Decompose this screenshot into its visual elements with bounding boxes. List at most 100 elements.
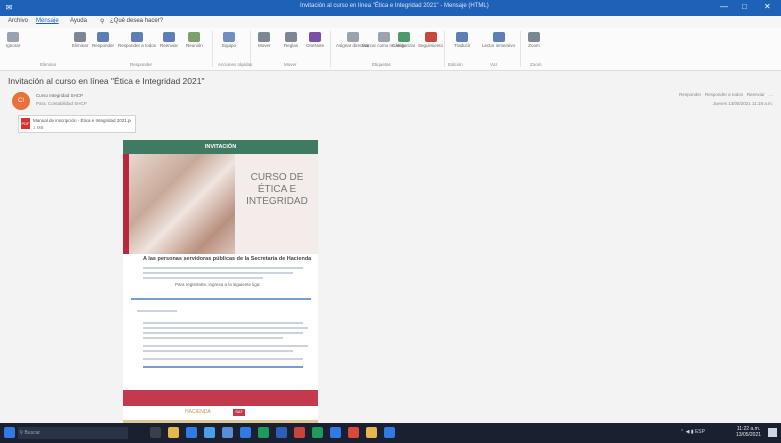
outlook-icon: ✉ (5, 3, 13, 12)
attachment[interactable]: PDF Manual de inscripción - Ética e Inte… (18, 115, 136, 133)
mark-unread-icon (377, 32, 390, 42)
immersive-reader-button[interactable]: Lector inmersivo (482, 32, 515, 48)
ignore-button[interactable]: Ignorar (6, 32, 20, 48)
word-icon[interactable] (276, 427, 287, 438)
file-explorer-icon[interactable] (168, 427, 179, 438)
follow-up-button[interactable]: Seguimiento (418, 32, 443, 48)
group-eliminar: Eliminar (40, 62, 57, 67)
title-bar: ✉ Invitación al curso en línea "Ética e … (0, 0, 781, 16)
excel-icon[interactable] (258, 427, 269, 438)
translate-icon (456, 32, 469, 42)
menu-ayuda[interactable]: Ayuda (70, 18, 87, 24)
delete-button[interactable]: Eliminar (72, 32, 88, 48)
policy-icon (346, 32, 359, 42)
hero-photo (129, 154, 235, 254)
app-icon[interactable] (348, 427, 359, 438)
minimize-button[interactable]: — (720, 2, 728, 11)
delete-icon (74, 32, 87, 42)
avatar[interactable]: CI (12, 92, 30, 110)
body-text-line (143, 267, 303, 269)
reply-link[interactable]: Responder (679, 92, 701, 97)
body-text-line (143, 327, 308, 329)
body-text-line (143, 337, 283, 339)
attachment-name: Manual de inscripción - Ética e Integrid… (33, 118, 131, 123)
search-icon: ⚲ (100, 19, 105, 25)
menu-mensaje[interactable]: Mensaje (36, 18, 59, 24)
taskbar-search[interactable]: ⚲ Buscar (18, 427, 128, 439)
powerpoint-icon[interactable] (294, 427, 305, 438)
onenote-button[interactable]: OneNote (306, 32, 324, 48)
body-text-line (143, 350, 293, 352)
categorize-button[interactable]: Categorizar (392, 32, 415, 48)
team-button[interactable]: Equipo (222, 32, 236, 48)
registration-link[interactable] (131, 298, 311, 300)
reply-all-button[interactable]: Responder a todos (118, 32, 156, 48)
forward-icon (163, 32, 175, 42)
body-text-line (143, 272, 293, 274)
more-options-icon[interactable]: … (769, 92, 774, 97)
move-icon (258, 32, 271, 42)
chrome-icon[interactable] (330, 427, 341, 438)
footer-logos: HACIENDA SAT (123, 406, 318, 420)
mail-icon[interactable] (222, 427, 233, 438)
hacienda-logo: HACIENDA (185, 409, 211, 415)
contact-links[interactable] (143, 366, 303, 368)
meeting-icon (188, 32, 201, 42)
zoom-button[interactable]: Zoom (528, 32, 540, 48)
onenote-icon (309, 32, 321, 42)
app-icon[interactable] (384, 427, 395, 438)
task-view-icon[interactable] (150, 427, 161, 438)
clock[interactable]: 11:22 a.m. 13/05/2021 (736, 426, 761, 438)
course-title: CURSO DE ÉTICA E INTEGRIDAD (246, 172, 308, 207)
store-icon[interactable] (204, 427, 215, 438)
app-icon[interactable] (366, 427, 377, 438)
sender-name[interactable]: Curso Integridad SHCP (36, 93, 83, 98)
outlook-task-icon[interactable] (240, 427, 251, 438)
zoom-icon (528, 32, 540, 42)
group-zoom: Zoom (530, 62, 542, 67)
message-actions: Responder Responder a todos Reenviar … (679, 92, 773, 97)
translate-button[interactable]: Traducir (454, 32, 470, 48)
group-mover: Mover (284, 62, 297, 67)
edge-icon[interactable] (186, 427, 197, 438)
ignore-icon (7, 32, 20, 42)
forward-link[interactable]: Reenviar (747, 92, 765, 97)
invitation-banner: INVITACIÓN (123, 140, 318, 154)
tell-me-input[interactable]: ¿Qué desea hacer? (110, 18, 163, 24)
close-button[interactable]: ✕ (764, 2, 771, 11)
menu-bar: Archivo Mensaje Ayuda ⚲ ¿Qué desea hacer… (0, 16, 781, 28)
forward-button[interactable]: Reenviar (160, 32, 178, 48)
rules-button[interactable]: Reglas (284, 32, 298, 48)
footer-banner (123, 390, 318, 406)
recipient-line: Para: Contabilidad SHCP (36, 101, 87, 106)
app-icon[interactable] (312, 427, 323, 438)
pdf-icon: PDF (21, 118, 30, 129)
body-text-line (143, 277, 263, 279)
categorize-icon (397, 32, 410, 42)
reply-all-link[interactable]: Responder a todos (705, 92, 743, 97)
ribbon: Ignorar Eliminar Responder Responder a t… (0, 28, 781, 71)
meeting-button[interactable]: Reunión (186, 32, 203, 48)
group-etiquetas: Etiquetas (372, 62, 391, 67)
reply-button[interactable]: Responder (92, 32, 114, 48)
email-subject: Invitación al curso en línea "Ética e In… (8, 76, 205, 86)
team-icon (223, 32, 235, 42)
menu-archivo[interactable]: Archivo (8, 18, 28, 24)
group-quick-actions: Acciones rápidas (218, 62, 253, 67)
separator (330, 31, 331, 67)
maximize-button[interactable]: □ (742, 2, 747, 11)
system-tray[interactable]: ⌃ ◀ ▮ ESP (680, 429, 705, 435)
body-text-line (143, 345, 308, 347)
start-icon[interactable] (4, 427, 15, 438)
attachment-size: 1 MB (33, 125, 44, 130)
notifications-icon[interactable] (768, 428, 777, 437)
separator (520, 31, 521, 67)
greeting: A las personas servidoras públicas de la… (143, 256, 313, 262)
move-button[interactable]: Mover (258, 32, 271, 48)
group-edicion: Edición (448, 62, 463, 67)
reply-all-icon (131, 32, 144, 42)
separator (212, 31, 213, 67)
window-title: Invitación al curso en línea "Ética e In… (300, 3, 489, 9)
body-text-line (137, 310, 177, 312)
separator (444, 31, 445, 67)
